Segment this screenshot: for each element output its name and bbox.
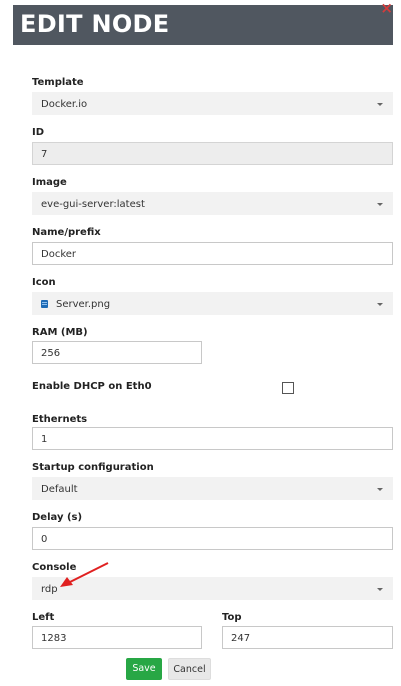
delay-input[interactable]: 0	[32, 527, 393, 550]
annotation-arrow-icon	[60, 562, 109, 587]
id-label: ID	[32, 127, 45, 138]
image-select[interactable]: eve-gui-server:latest	[32, 192, 393, 215]
chevron-down-icon	[377, 103, 383, 106]
image-label: Image	[32, 177, 67, 188]
chevron-down-icon	[377, 488, 383, 491]
name-prefix-label: Name/prefix	[32, 227, 101, 238]
top-input[interactable]: 247	[222, 626, 393, 649]
ram-value: 256	[41, 348, 61, 359]
ethernets-label: Ethernets	[32, 414, 88, 425]
icon-value: Server.png	[56, 299, 111, 310]
top-label: Top	[222, 612, 242, 623]
server-icon	[41, 300, 48, 308]
ethernets-input[interactable]: 1	[32, 427, 393, 450]
icon-select[interactable]: Server.png	[32, 292, 393, 315]
console-value: rdp	[41, 584, 58, 595]
template-value: Docker.io	[41, 99, 88, 110]
dialog-title: EDIT NODE	[20, 10, 170, 38]
id-field: 7	[32, 142, 393, 165]
chevron-down-icon	[377, 588, 383, 591]
template-select[interactable]: Docker.io	[32, 92, 393, 115]
dhcp-checkbox[interactable]	[282, 382, 294, 394]
top-value: 247	[231, 633, 251, 644]
startup-config-value: Default	[41, 484, 78, 495]
startup-config-label: Startup configuration	[32, 462, 154, 473]
ram-input[interactable]: 256	[32, 341, 202, 364]
icon-label: Icon	[32, 277, 56, 288]
delay-value: 0	[41, 534, 48, 545]
left-input[interactable]: 1283	[32, 626, 202, 649]
image-value: eve-gui-server:latest	[41, 199, 145, 210]
chevron-down-icon	[377, 303, 383, 306]
delay-label: Delay (s)	[32, 512, 83, 523]
save-button[interactable]: Save	[126, 658, 162, 680]
id-value: 7	[41, 149, 48, 160]
cancel-button[interactable]: Cancel	[168, 658, 211, 680]
template-label: Template	[32, 77, 84, 88]
ram-label: RAM (MB)	[32, 327, 88, 338]
left-label: Left	[32, 612, 55, 623]
dialog-header: EDIT NODE ×	[13, 0, 393, 45]
name-prefix-value: Docker	[41, 249, 77, 260]
close-icon[interactable]: ×	[380, 0, 393, 17]
chevron-down-icon	[377, 203, 383, 206]
dhcp-label: Enable DHCP on Eth0	[32, 381, 152, 392]
left-value: 1283	[41, 633, 67, 644]
ethernets-value: 1	[41, 434, 48, 445]
name-prefix-input[interactable]: Docker	[32, 242, 393, 265]
startup-config-select[interactable]: Default	[32, 477, 393, 500]
